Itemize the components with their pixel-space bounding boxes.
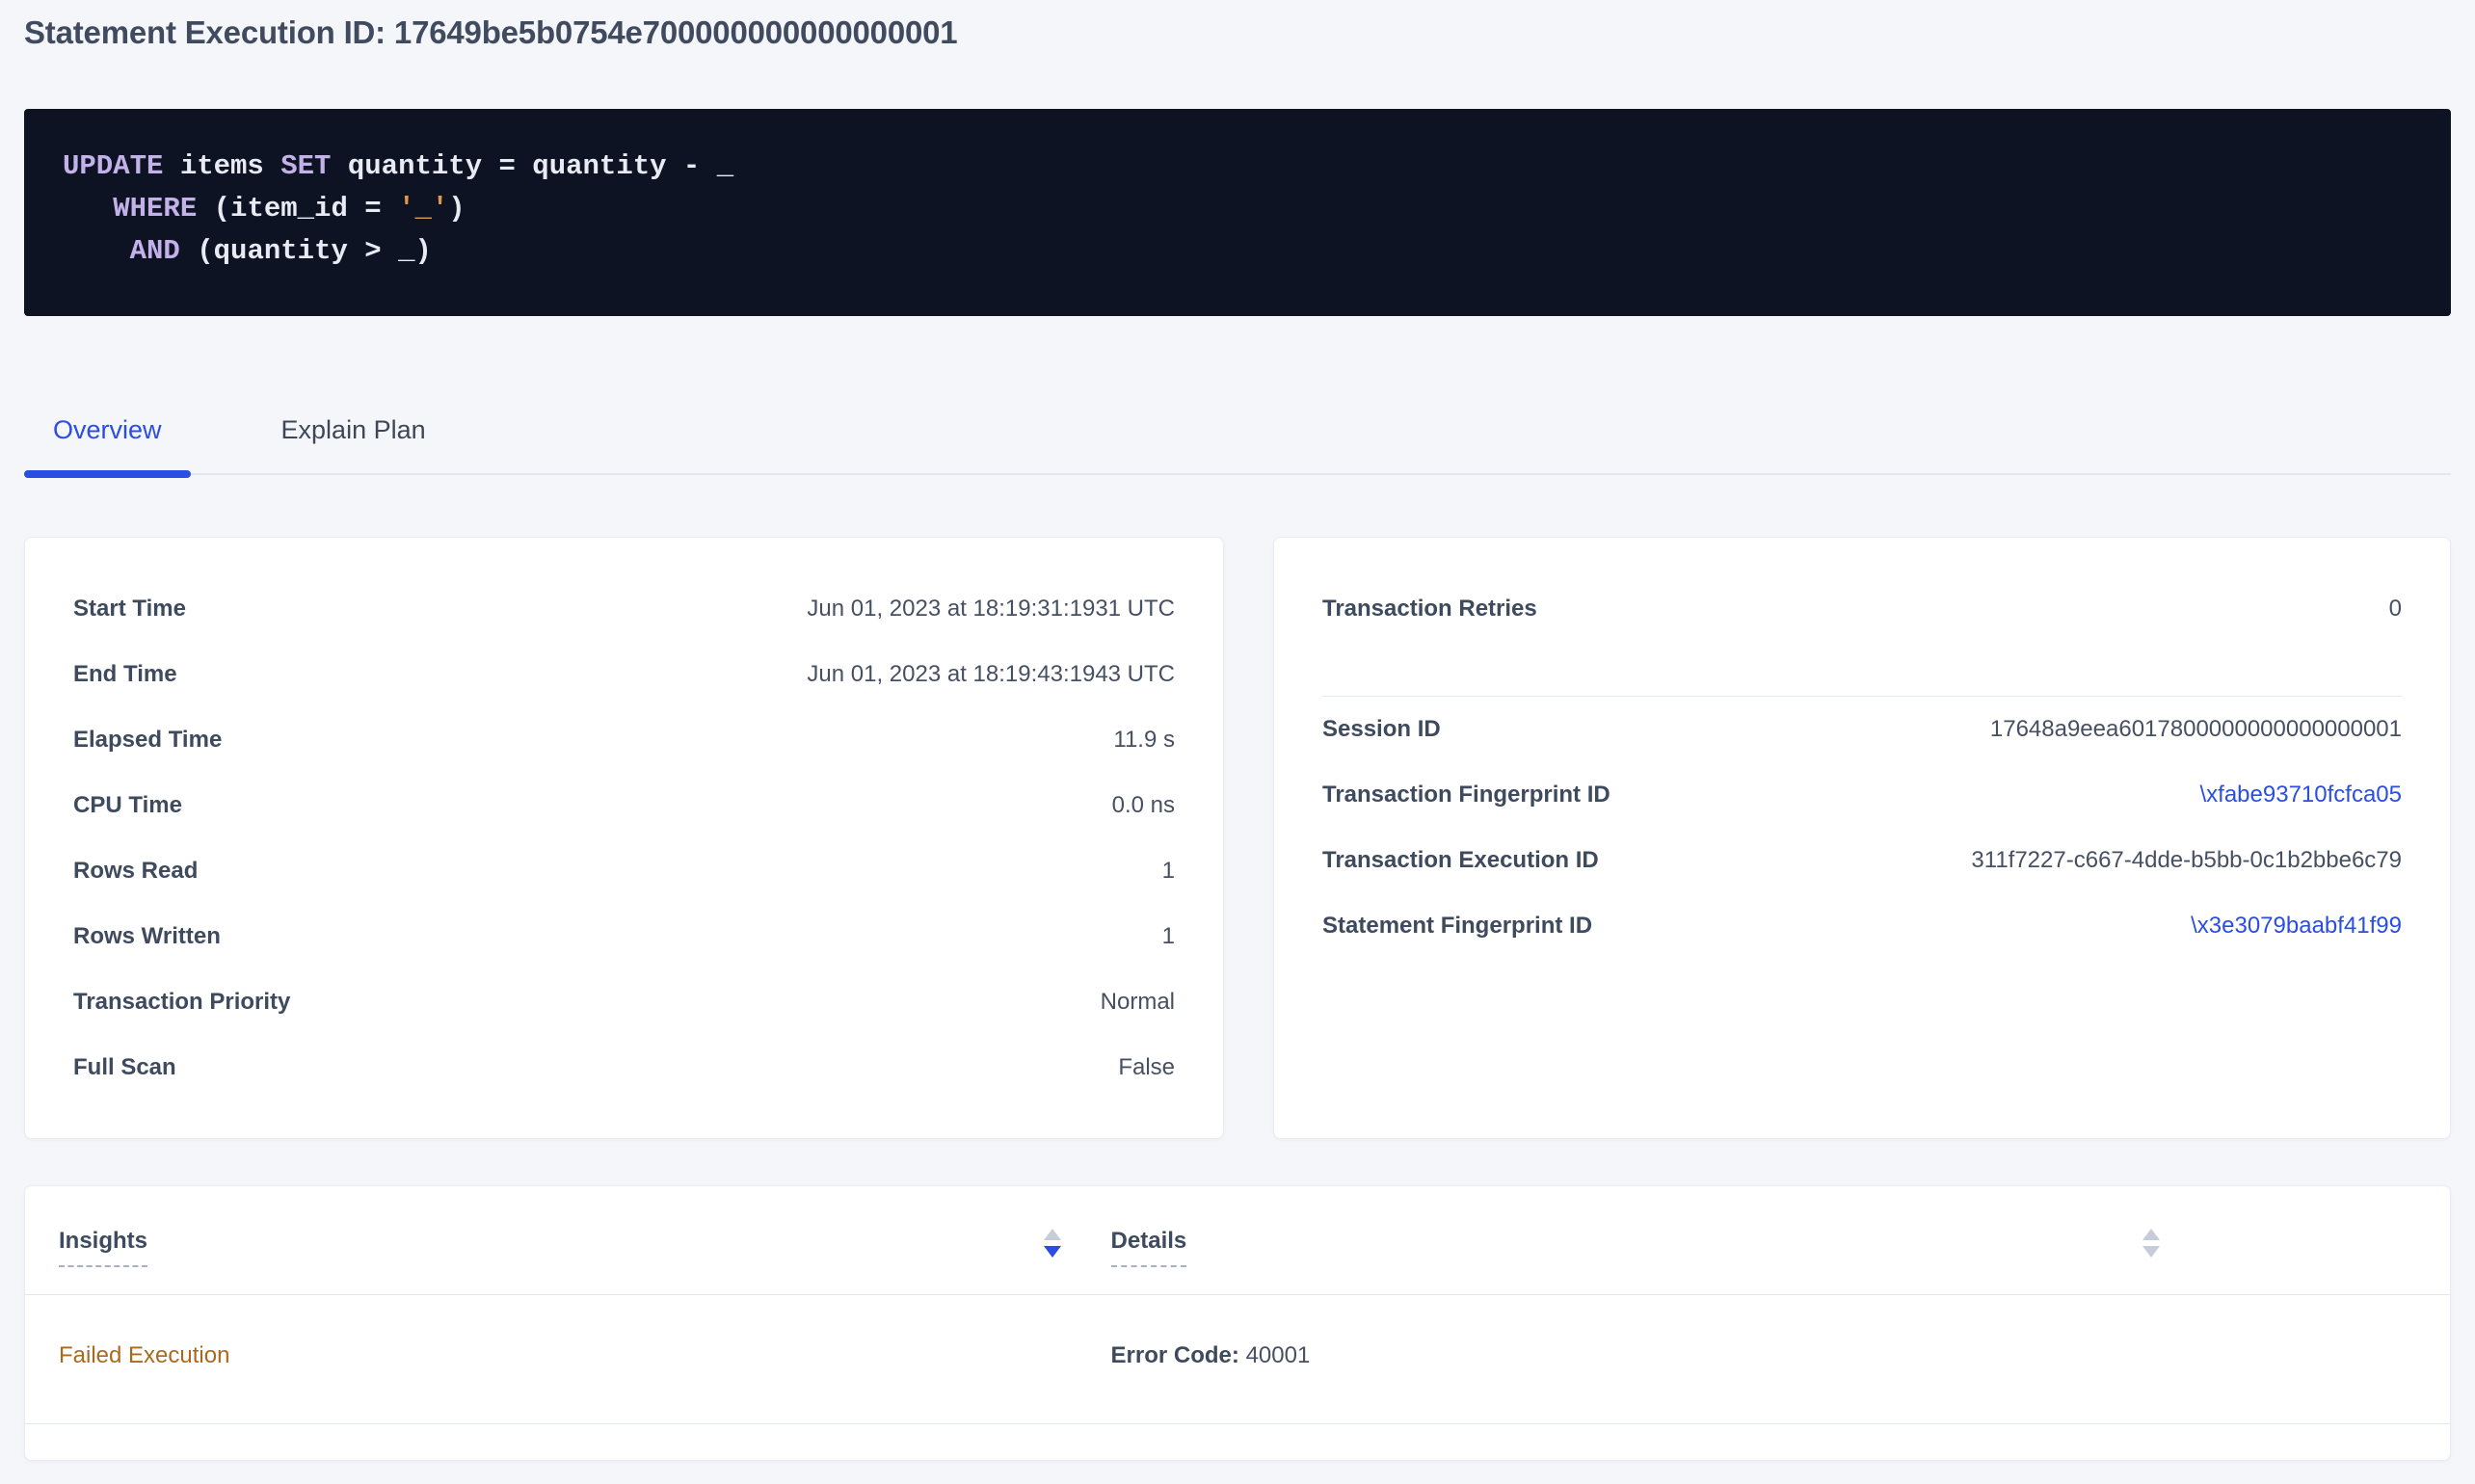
tab-overview[interactable]: Overview (24, 414, 191, 473)
error-code-value: 40001 (1239, 1342, 1310, 1368)
kv-row: Session ID 17648a9eea60178000000000000000… (1322, 697, 2402, 762)
kv-value: 0 (2389, 596, 2402, 623)
summary-cards-row: Start Time Jun 01, 2023 at 18:19:31:1931 … (24, 537, 2451, 1139)
tab-bar: Overview Explain Plan (24, 414, 2451, 475)
kv-row: Rows Read 1 (73, 838, 1175, 904)
tab-explain-plan[interactable]: Explain Plan (253, 414, 455, 473)
kv-value: Jun 01, 2023 at 18:19:43:1943 UTC (807, 661, 1175, 688)
kv-row: Transaction Fingerprint ID \xfabe93710fcf… (1322, 762, 2402, 828)
sql-token: (quantity > _) (180, 235, 432, 267)
kv-label: Transaction Fingerprint ID (1322, 782, 1639, 808)
kv-row: Transaction Priority Normal (73, 969, 1175, 1035)
kv-label: Rows Read (73, 858, 226, 885)
sql-token: '_' (398, 193, 448, 225)
kv-row: Start Time Jun 01, 2023 at 18:19:31:1931 … (73, 576, 1175, 642)
kv-label: CPU Time (73, 792, 211, 819)
sql-line: WHERE (item_id = '_') (63, 188, 2412, 230)
insights-column-label[interactable]: Insights (59, 1227, 147, 1267)
kv-row: Full Scan False (73, 1035, 1175, 1100)
kv-label: End Time (73, 661, 206, 688)
kv-label: Transaction Priority (73, 989, 319, 1016)
details-column-label[interactable]: Details (1111, 1227, 1187, 1267)
sort-down-triangle-icon (1044, 1246, 1061, 1258)
sql-token: UPDATE (63, 150, 163, 182)
sql-token: WHERE (113, 193, 197, 225)
kv-label: Full Scan (73, 1054, 205, 1081)
page-title: Statement Execution ID: 17649be5b0754e70… (24, 13, 2451, 52)
overview-card-body: Start Time Jun 01, 2023 at 18:19:31:1931 … (25, 538, 1223, 1138)
sort-up-triangle-icon (1044, 1229, 1061, 1240)
sort-down-triangle-icon (2142, 1246, 2160, 1258)
insights-table-card: Insights Details Failed Execution Error C… (24, 1185, 2451, 1461)
kv-value: 11.9 s (1113, 727, 1175, 754)
sql-token (63, 235, 130, 267)
kv-value: 1 (1162, 923, 1175, 950)
insights-column-header: Insights (59, 1227, 1061, 1267)
error-code-label: Error Code: (1111, 1342, 1239, 1368)
kv-label: Start Time (73, 596, 215, 623)
kv-label: Rows Written (73, 923, 250, 950)
sort-up-triangle-icon (2142, 1229, 2160, 1240)
details-card-body: Transaction Retries 0 Session ID 17648a9eea… (1274, 538, 2450, 996)
kv-row: CPU Time 0.0 ns (73, 773, 1175, 838)
kv-value: 17648a9eea6017800000000000000001 (1990, 716, 2402, 743)
kv-value: Jun 01, 2023 at 18:19:31:1931 UTC (807, 596, 1175, 623)
table-row: Failed Execution Error Code: 40001 (25, 1295, 2450, 1424)
insight-type-label: Failed Execution (59, 1342, 229, 1368)
insight-cell: Failed Execution (59, 1341, 1061, 1370)
kv-value: 311f7227-c667-4dde-b5bb-0c1b2bbe6c79 (1971, 847, 2402, 874)
sql-line: AND (quantity > _) (63, 230, 2412, 273)
kv-row: Elapsed Time 11.9 s (73, 707, 1175, 773)
insights-table-header: Insights Details (25, 1186, 2450, 1295)
kv-label: Transaction Execution ID (1322, 847, 1628, 874)
sql-line: UPDATE items SET quantity = quantity - _ (63, 146, 2412, 188)
sql-token (63, 193, 113, 225)
sort-icon[interactable] (1044, 1229, 1061, 1258)
sql-token: quantity = quantity - _ (331, 150, 733, 182)
kv-value: 1 (1162, 858, 1175, 885)
kv-value: False (1118, 1054, 1175, 1081)
detail-cell: Error Code: 40001 (1111, 1341, 2160, 1370)
sql-token: (item_id = (197, 193, 398, 225)
sql-token: SET (280, 150, 331, 182)
kv-row: Statement Fingerprint ID \x3e3079baabf41f… (1322, 893, 2402, 959)
kv-label: Session ID (1322, 716, 1470, 743)
sql-statement-box: UPDATE items SET quantity = quantity - _… (24, 109, 2451, 316)
sql-token: ) (448, 193, 465, 225)
kv-label: Elapsed Time (73, 727, 251, 754)
insights-table-body: Failed Execution Error Code: 40001 (25, 1295, 2450, 1424)
sql-code: UPDATE items SET quantity = quantity - _… (63, 146, 2412, 273)
sql-token: AND (130, 235, 180, 267)
fingerprint-link[interactable]: \xfabe93710fcfca05 (2200, 782, 2403, 808)
sort-icon[interactable] (2142, 1229, 2160, 1258)
fingerprint-link[interactable]: \x3e3079baabf41f99 (2191, 913, 2402, 940)
statement-execution-page: Statement Execution ID: 17649be5b0754e70… (0, 13, 2475, 1461)
kv-value: Normal (1101, 989, 1175, 1016)
kv-value: 0.0 ns (1112, 792, 1175, 819)
sql-token: items (163, 150, 280, 182)
kv-row: Transaction Execution ID 311f7227-c667-4d… (1322, 828, 2402, 893)
kv-row: Rows Written 1 (73, 904, 1175, 969)
kv-row: End Time Jun 01, 2023 at 18:19:43:1943 UT… (73, 642, 1175, 707)
kv-label: Transaction Retries (1322, 596, 1566, 623)
execution-details-card: Transaction Retries 0 Session ID 17648a9eea… (1273, 537, 2451, 1139)
kv-label: Statement Fingerprint ID (1322, 913, 1621, 940)
overview-card: Start Time Jun 01, 2023 at 18:19:31:1931 … (24, 537, 1224, 1139)
details-column-header: Details (1111, 1227, 2160, 1267)
kv-row: Transaction Retries 0 (1322, 576, 2402, 642)
